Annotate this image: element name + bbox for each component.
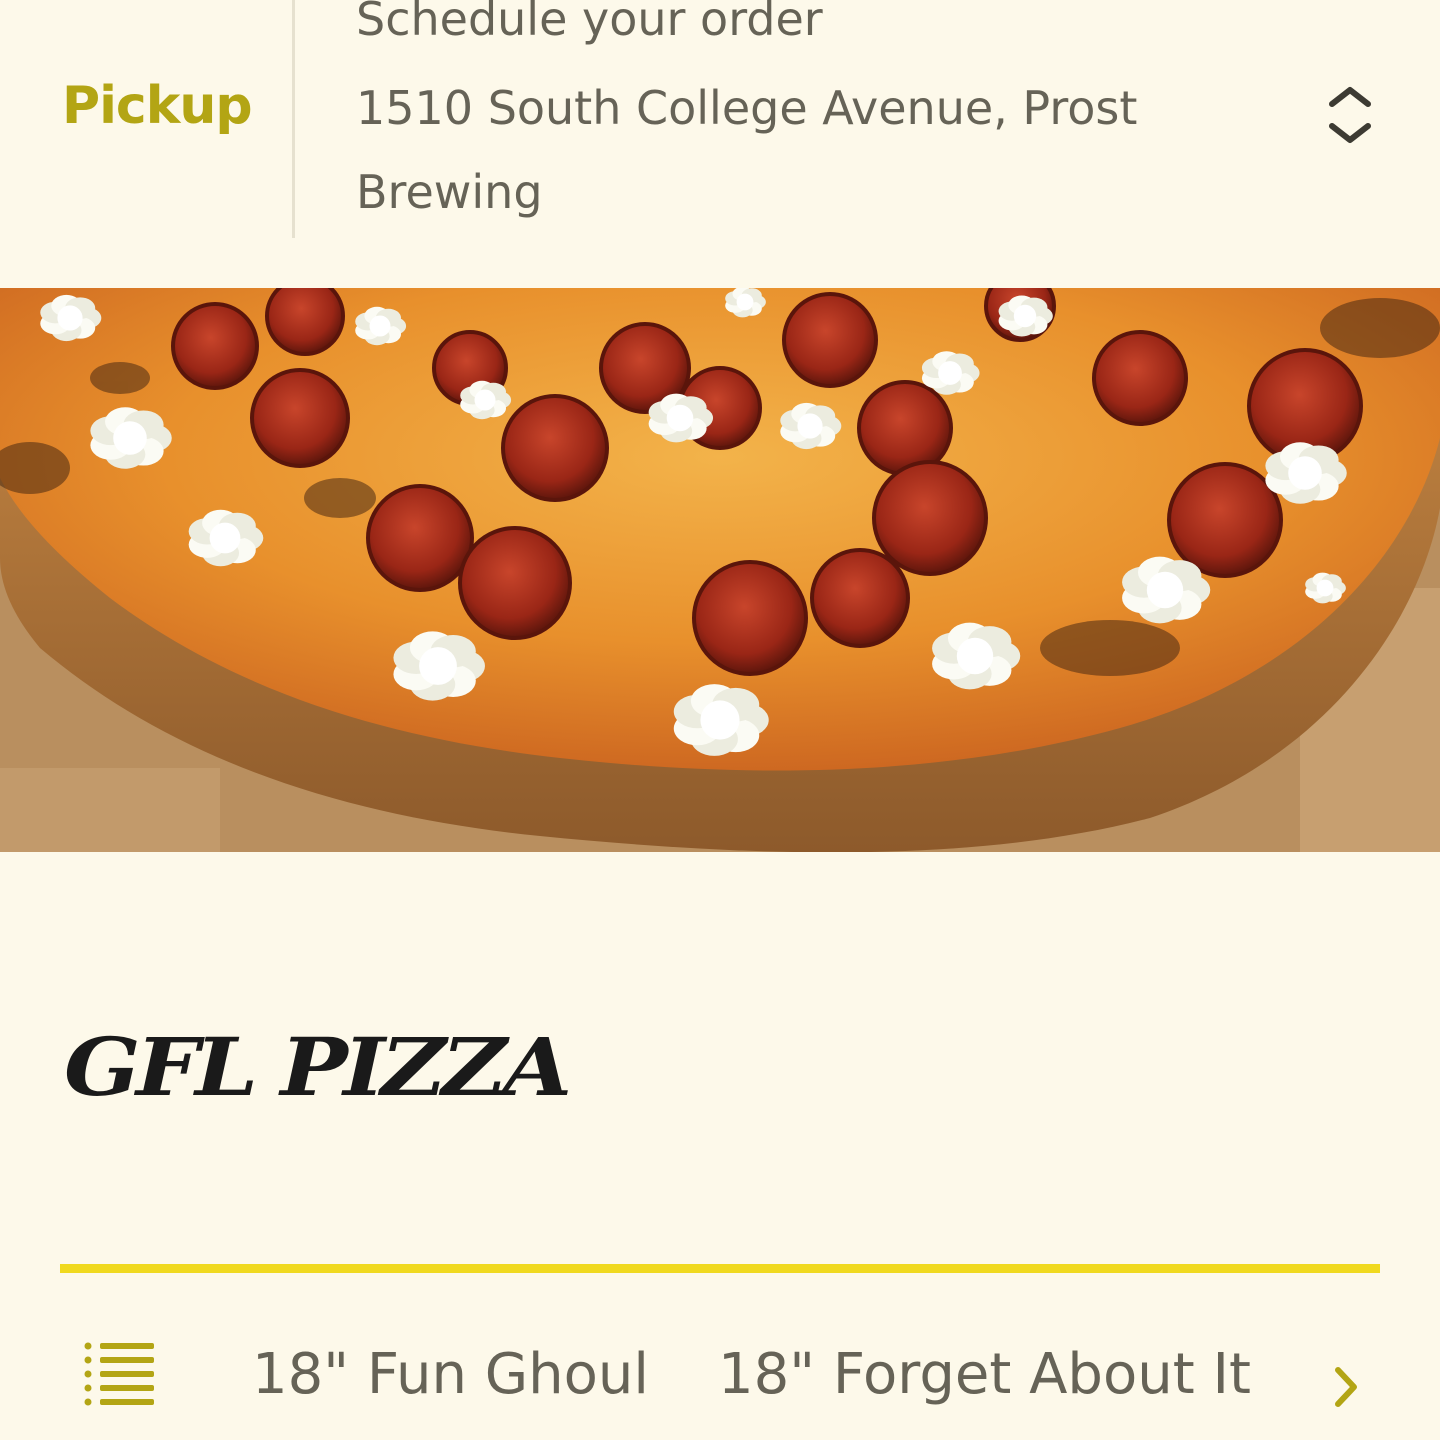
pizza-photo [0,288,1440,852]
category-tab-fun-ghoul[interactable]: 18" Fun Ghoul [252,1342,649,1407]
pepperoni-slice [857,380,953,476]
pepperoni-slice [872,460,988,576]
order-mode-label[interactable]: Pickup [62,76,253,136]
category-nav: 18" Fun Ghoul 18" Forget About It [0,1300,1440,1440]
order-page: Pickup Schedule your order 1510 South Co… [0,0,1440,1440]
pepperoni-slice [1167,462,1283,578]
pepperoni-slice [692,560,808,676]
category-tab-forget-about-it[interactable]: 18" Forget About It [718,1342,1251,1407]
restaurant-brand-name: GFL PIZZA [64,1020,572,1114]
order-header: Pickup Schedule your order 1510 South Co… [0,0,1440,288]
pepperoni-slice [501,394,609,502]
pepperoni-slice [366,484,474,592]
pepperoni-slice [458,526,572,640]
pickup-address[interactable]: 1510 South College Avenue, Prost Brewing [356,66,1216,234]
category-nav-accent-line [60,1264,1380,1273]
list-icon[interactable] [84,1340,156,1406]
header-divider [292,0,295,238]
hero-pizza-image [0,288,1440,852]
pepperoni-slice [810,548,910,648]
pepperoni-slice [250,368,350,468]
chevron-up-down-icon[interactable] [1322,82,1378,148]
pepperoni-slice [171,302,259,390]
pepperoni-slice [265,288,345,356]
schedule-order-label[interactable]: Schedule your order [356,0,823,46]
pepperoni-slice [1092,330,1188,426]
pepperoni-slice [782,292,878,388]
chevron-right-icon[interactable] [1330,1364,1362,1410]
